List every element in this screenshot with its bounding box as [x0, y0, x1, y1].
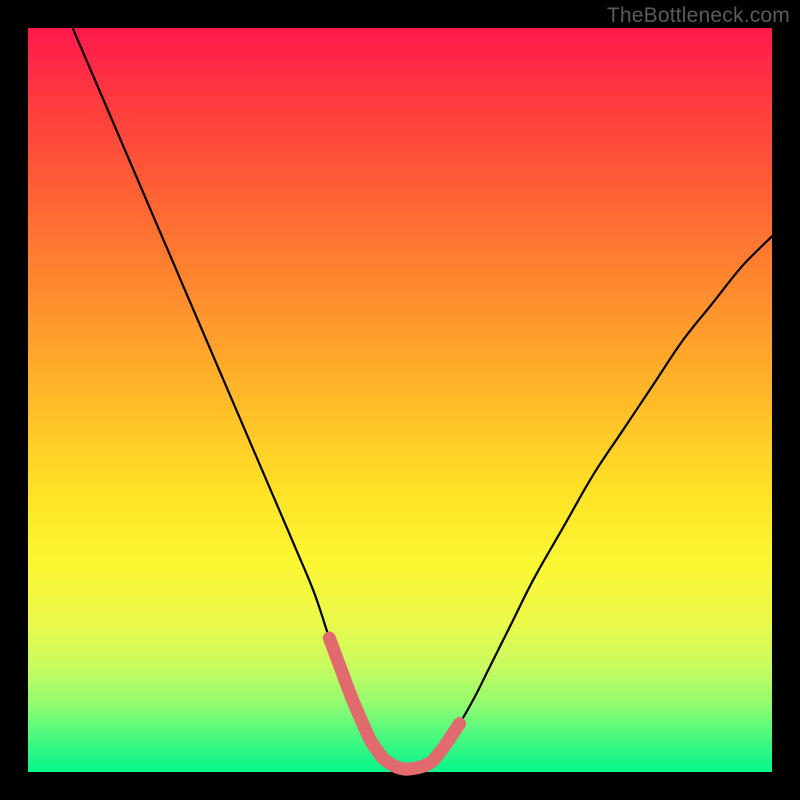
watermark-text: TheBottleneck.com — [607, 4, 790, 28]
black-curve — [73, 28, 772, 769]
pink-bottom-overlay — [329, 638, 459, 769]
chart-frame: TheBottleneck.com — [0, 0, 800, 800]
curve-layer — [28, 28, 772, 772]
gradient-plot-area — [28, 28, 772, 772]
